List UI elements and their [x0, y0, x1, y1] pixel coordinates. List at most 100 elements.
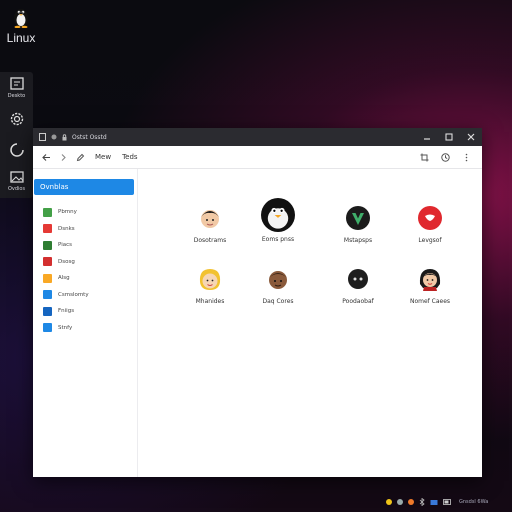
left-dock: Deskto Ovdios — [0, 72, 33, 198]
menu-item-tools[interactable]: Teds — [122, 153, 137, 161]
battery-icon[interactable] — [443, 499, 452, 505]
folder-icon — [43, 273, 52, 283]
desktop-linux-logo: Linux — [4, 6, 38, 45]
menu-item-new[interactable]: Mew — [95, 153, 111, 161]
folder-icon — [43, 306, 52, 316]
dock-item-label: Ovdios — [7, 186, 26, 192]
sidebar-item[interactable]: Csmslomty — [33, 287, 137, 304]
status-dot-orange[interactable] — [408, 499, 414, 505]
chevron-right-icon — [61, 153, 66, 161]
more-vertical-icon — [465, 153, 467, 161]
desktop-logo-text: Linux — [6, 31, 36, 45]
sidebar-header-selected[interactable]: Ovnblas — [34, 179, 134, 195]
crop-button[interactable] — [417, 150, 431, 164]
app-tile[interactable]: Mstapsps — [323, 203, 393, 244]
app-grid: Dosotrams Eoms pnss Mstapsps Levgsof Mha… — [137, 169, 482, 477]
sidebar: Ovnblas Pbmny Dsnks Piacs Dsosg Alsg Csm… — [33, 169, 138, 477]
title-bar: Ostst Osstd — [33, 128, 482, 146]
folder-icon — [43, 207, 52, 217]
dock-item-photos[interactable]: Ovdios — [0, 165, 33, 196]
folder-icon — [43, 257, 52, 267]
app-tile[interactable]: Mhanides — [175, 264, 245, 305]
sidebar-item[interactable]: Alsg — [33, 270, 137, 287]
arrow-left-icon — [41, 153, 50, 161]
app-tile[interactable]: Poodaobaf — [323, 264, 393, 305]
forward-button[interactable] — [56, 150, 70, 164]
status-dot-yellow[interactable] — [386, 499, 392, 505]
lock-icon — [62, 133, 67, 140]
tux-penguin-icon — [14, 9, 28, 29]
sidebar-list: Pbmny Dsnks Piacs Dsosg Alsg Csmslomty F… — [33, 204, 137, 336]
folder-icon — [43, 240, 52, 250]
app-name: Mstapsps — [343, 237, 373, 244]
maximize-button[interactable] — [438, 128, 460, 146]
tux-penguin-icon — [261, 198, 295, 232]
gear-icon — [10, 112, 23, 125]
sidebar-item-label: Fniigs — [58, 308, 75, 315]
minimize-icon — [424, 138, 430, 140]
dock-item-label: Deskto — [7, 93, 26, 99]
circle-ring-icon — [9, 142, 24, 157]
avatar-dark-hair-icon — [201, 210, 219, 228]
avatar-brown-skin-icon — [269, 271, 287, 289]
sidebar-item-label: Pbmny — [58, 209, 77, 216]
app-name: Levgsof — [418, 237, 442, 244]
avatar-blonde-icon — [199, 269, 221, 290]
close-icon — [467, 133, 475, 141]
maximize-icon — [445, 133, 453, 141]
close-button[interactable] — [460, 128, 482, 146]
sidebar-item-label: Stnfy — [58, 324, 73, 331]
status-dot-gray[interactable] — [397, 499, 403, 505]
sidebar-item[interactable]: Stnfy — [33, 320, 137, 337]
app-name: Dosotrams — [193, 237, 227, 244]
history-button[interactable] — [438, 150, 452, 164]
crop-icon — [420, 153, 428, 161]
pen-button[interactable] — [73, 150, 87, 164]
app-tile[interactable]: Levgsof — [395, 203, 465, 244]
avatar-dark-hair-woman-icon — [419, 269, 441, 291]
sidebar-item[interactable]: Fniigs — [33, 303, 137, 320]
tray-clock[interactable]: Gnsdsl 6Wa — [459, 499, 488, 505]
red-circle-logo-icon — [418, 206, 442, 230]
app-tile[interactable]: Daq Cores — [243, 264, 313, 305]
app-name: Nomef Caees — [409, 298, 451, 305]
toolbar: Mew Teds — [33, 146, 482, 169]
sidebar-item-label: Dsosg — [58, 258, 75, 265]
network-icon[interactable] — [430, 499, 438, 506]
back-button[interactable] — [39, 150, 53, 164]
folder-icon — [43, 224, 52, 234]
app-tile[interactable]: Nomef Caees — [395, 264, 465, 305]
sidebar-item-label: Alsg — [58, 275, 70, 282]
folder-icon — [43, 290, 52, 300]
dock-item-settings[interactable] — [0, 103, 33, 134]
sidebar-item[interactable]: Dsosg — [33, 254, 137, 271]
app-tile[interactable]: Dosotrams — [175, 203, 245, 244]
green-v-logo-icon — [346, 206, 370, 230]
more-button[interactable] — [459, 150, 473, 164]
sidebar-item-label: Csmslomty — [58, 291, 89, 298]
system-tray: Gnsdsl 6Wa — [386, 498, 488, 506]
sidebar-item[interactable]: Piacs — [33, 237, 137, 254]
sidebar-item-label: Piacs — [58, 242, 72, 249]
app-name: Daq Cores — [262, 298, 294, 305]
window-title: Ostst Osstd — [72, 133, 107, 141]
dock-item-desktop[interactable]: Deskto — [0, 72, 33, 103]
clock-icon — [440, 152, 450, 162]
bluetooth-icon[interactable] — [419, 498, 425, 506]
app-name: Poodaobaf — [342, 298, 374, 305]
sidebar-item[interactable]: Pbmny — [33, 204, 137, 221]
sidebar-item[interactable]: Dsnks — [33, 221, 137, 238]
file-manager-window: Ostst Osstd Mew Teds Ovnblas Pbmny Dsnks… — [33, 128, 482, 477]
dock-item-browser[interactable] — [0, 134, 33, 165]
record-dot-icon — [51, 134, 57, 140]
window-icon — [9, 77, 24, 90]
minimize-button[interactable] — [416, 128, 438, 146]
app-name: Eoms pnss — [261, 236, 295, 243]
app-tile[interactable]: Eoms pnss — [243, 198, 313, 243]
folder-icon — [43, 323, 52, 333]
app-name: Mhanides — [195, 298, 225, 305]
app-icon — [39, 133, 46, 141]
image-gallery-icon — [9, 171, 24, 183]
pen-icon — [76, 153, 84, 161]
dark-circle-badge-icon — [348, 269, 368, 289]
